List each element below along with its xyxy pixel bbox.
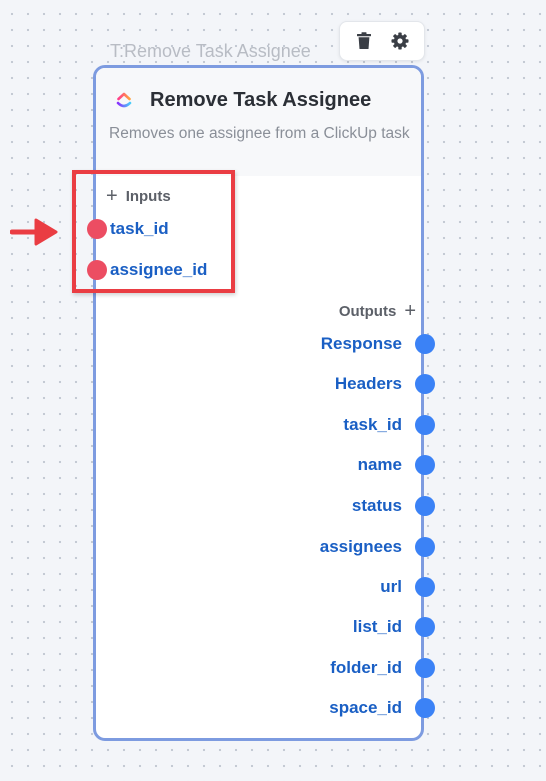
output-handle-space-id[interactable] xyxy=(415,698,435,718)
clickup-logo-icon xyxy=(116,92,132,108)
delete-node-button[interactable] xyxy=(353,30,375,52)
node-description: Removes one assignee from a ClickUp task xyxy=(109,125,410,142)
output-field-task-id[interactable]: task_id xyxy=(343,415,402,435)
output-handle-list-id[interactable] xyxy=(415,617,435,637)
output-field-assignees[interactable]: assignees xyxy=(320,537,402,557)
node-card[interactable]: Remove Task Assignee Removes one assigne… xyxy=(87,65,435,741)
output-handle-headers[interactable] xyxy=(415,374,435,394)
output-field-headers[interactable]: Headers xyxy=(335,374,402,394)
outputs-header-label: Outputs xyxy=(338,302,397,320)
output-field-list-id[interactable]: list_id xyxy=(353,617,402,637)
output-handle-status[interactable] xyxy=(415,496,435,516)
arrow-right-icon xyxy=(10,218,58,246)
output-field-name[interactable]: name xyxy=(358,455,402,475)
node-caption: T:Remove Task Assignee xyxy=(110,41,311,61)
node-toolbar xyxy=(339,21,425,61)
output-handle-name[interactable] xyxy=(415,455,435,475)
output-handle-assignees[interactable] xyxy=(415,537,435,557)
trash-icon xyxy=(357,32,371,49)
output-field-status[interactable]: status xyxy=(352,496,402,516)
output-handle-folder-id[interactable] xyxy=(415,658,435,678)
output-field-folder-id[interactable]: folder_id xyxy=(330,658,402,678)
output-field-response[interactable]: Response xyxy=(321,334,402,354)
output-handle-task-id[interactable] xyxy=(415,415,435,435)
outputs-header[interactable]: Outputs + xyxy=(339,301,416,321)
node-title: Remove Task Assignee xyxy=(150,89,372,111)
output-field-url[interactable]: url xyxy=(380,577,402,597)
gear-icon xyxy=(391,32,409,50)
output-handle-url[interactable] xyxy=(415,577,435,597)
output-handle-response[interactable] xyxy=(415,334,435,354)
node-settings-button[interactable] xyxy=(389,30,411,52)
node-header: Remove Task Assignee Removes one assigne… xyxy=(96,68,421,176)
output-field-space-id[interactable]: space_id xyxy=(329,698,402,718)
inputs-highlight-box xyxy=(72,170,235,293)
plus-icon[interactable]: + xyxy=(404,301,416,321)
